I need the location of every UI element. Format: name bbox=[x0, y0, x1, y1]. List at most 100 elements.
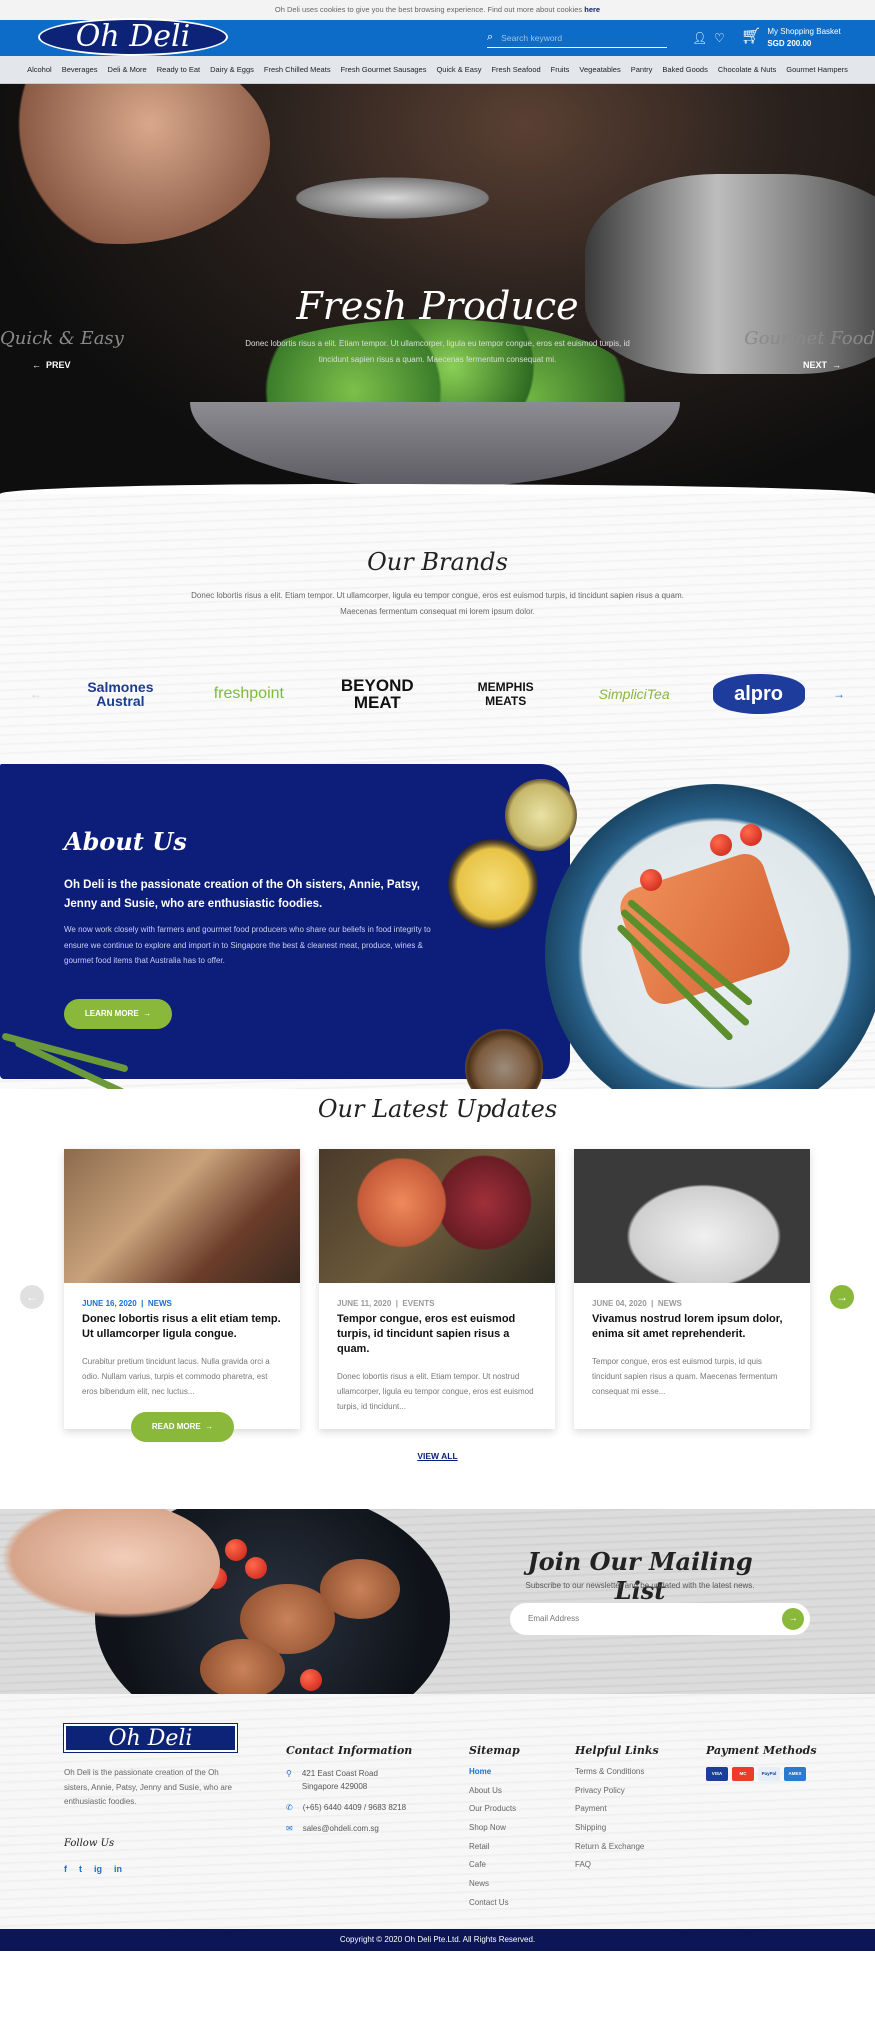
brand-beyond-meat[interactable]: BEYOND MEAT bbox=[327, 677, 427, 711]
address-line2: Singapore 429008 bbox=[301, 1782, 368, 1791]
visa-icon: VISA bbox=[706, 1767, 728, 1781]
about-title: About Us bbox=[64, 827, 187, 856]
sitemap-link[interactable]: Home bbox=[469, 1767, 520, 1786]
cookie-link[interactable]: here bbox=[584, 5, 600, 14]
brands-title: Our Brands bbox=[367, 548, 508, 576]
nav-item[interactable]: Beverages bbox=[62, 65, 98, 74]
helpful-link[interactable]: Shipping bbox=[575, 1823, 659, 1842]
nav-item[interactable]: Fresh Seafood bbox=[491, 65, 540, 74]
sitemap-link[interactable]: About Us bbox=[469, 1786, 520, 1805]
arrow-left-icon[interactable]: ← bbox=[30, 687, 42, 701]
linkedin-icon[interactable]: in bbox=[114, 1864, 122, 1874]
search-icon[interactable]: ⌕ bbox=[487, 31, 493, 44]
phone-icon: ✆ bbox=[286, 1803, 293, 1812]
nav-item[interactable]: Alcohol bbox=[27, 65, 52, 74]
nav-item[interactable]: Ready to Eat bbox=[157, 65, 200, 74]
facebook-icon[interactable]: f bbox=[64, 1864, 67, 1874]
view-all-link[interactable]: VIEW ALL bbox=[0, 1451, 875, 1461]
sitemap-link[interactable]: Shop Now bbox=[469, 1823, 520, 1842]
payment-column: Payment Methods VISA MC PayPal AMEX bbox=[706, 1744, 817, 1781]
payment-title: Payment Methods bbox=[706, 1744, 817, 1757]
tomato bbox=[710, 834, 732, 856]
shopping-basket[interactable]: 🛒︎ My Shopping Basket SGD 200.00 bbox=[741, 26, 841, 50]
helpful-list: Terms & Conditions Privacy Policy Payment S… bbox=[575, 1767, 659, 1879]
card-title[interactable]: Donec lobortis risus a elit etiam temp. … bbox=[82, 1312, 282, 1342]
email-field[interactable]: Email Address → bbox=[510, 1603, 810, 1635]
about-section: About Us Oh Deli is the passionate creat… bbox=[0, 759, 875, 1124]
card-text: Donec lobortis risus a elit. Etiam tempo… bbox=[337, 1372, 534, 1411]
nav-item[interactable]: Fruits bbox=[551, 65, 570, 74]
nav-item[interactable]: Baked Goods bbox=[662, 65, 707, 74]
nav-item[interactable]: Dairy & Eggs bbox=[210, 65, 254, 74]
tomato bbox=[245, 1557, 267, 1579]
brand-memphis-meats[interactable]: MEMPHIS MEATS bbox=[456, 680, 556, 708]
sitemap-link[interactable]: News bbox=[469, 1879, 520, 1898]
helpful-link[interactable]: Payment bbox=[575, 1804, 659, 1823]
tomato bbox=[300, 1669, 322, 1691]
search-placeholder: Search keyword bbox=[501, 32, 563, 43]
brands-section: Our Brands Donec lobortis risus a elit. … bbox=[0, 494, 875, 759]
helpful-link[interactable]: Terms & Conditions bbox=[575, 1767, 659, 1786]
sitemap-link[interactable]: Cafe bbox=[469, 1860, 520, 1879]
spoon-image bbox=[280, 174, 505, 222]
heart-icon[interactable]: ♡ bbox=[714, 31, 725, 45]
nav-item[interactable]: Fresh Chilled Meats bbox=[264, 65, 331, 74]
brand-alpro[interactable]: alpro bbox=[712, 674, 805, 714]
subscribe-button[interactable]: → bbox=[782, 1608, 804, 1630]
nav-item[interactable]: Deli & More bbox=[108, 65, 147, 74]
card-meta: JUNE 04, 2020 | NEWS bbox=[592, 1299, 682, 1308]
card-title[interactable]: Vivamus nostrud lorem ipsum dolor, enima… bbox=[592, 1312, 792, 1342]
nav-item[interactable]: Pantry bbox=[631, 65, 653, 74]
phone-number[interactable]: (+65) 6440 4409 / 9683 8218 bbox=[303, 1801, 406, 1814]
helpful-column: Helpful Links Terms & Conditions Privacy … bbox=[575, 1744, 659, 1879]
prev-arrow-button[interactable]: ← bbox=[20, 1285, 44, 1309]
brand-freshpoint[interactable]: freshpoint bbox=[199, 685, 299, 703]
card-category: NEWS bbox=[147, 1299, 172, 1308]
search-input[interactable]: ⌕ Search keyword bbox=[487, 28, 667, 48]
sitemap-link[interactable]: Retail bbox=[469, 1842, 520, 1861]
arrow-right-icon[interactable]: → bbox=[833, 687, 845, 701]
hero-title: Fresh Produce bbox=[296, 284, 579, 328]
helpful-link[interactable]: Return & Exchange bbox=[575, 1842, 659, 1861]
instagram-icon[interactable]: ig bbox=[94, 1864, 102, 1874]
arrow-right-icon: → bbox=[143, 1009, 152, 1018]
learn-more-button[interactable]: LEARN MORE → bbox=[64, 999, 172, 1029]
brands-text: Donec lobortis risus a elit. Etiam tempo… bbox=[191, 591, 684, 616]
news-card[interactable]: JUNE 04, 2020 | NEWS Vivamus nostrud lor… bbox=[574, 1149, 810, 1429]
card-meta: JUNE 16, 2020 | NEWS bbox=[82, 1299, 172, 1308]
nav-item[interactable]: Fresh Gourmet Sausages bbox=[341, 65, 427, 74]
sitemap-list: Home About Us Our Products Shop Now Retail Ca… bbox=[469, 1767, 520, 1917]
nav-item[interactable]: Quick & Easy bbox=[436, 65, 481, 74]
steak bbox=[200, 1639, 285, 1694]
mailing-title: Join Our Mailing List bbox=[527, 1547, 753, 1605]
brand-simplicitea[interactable]: SimpliciTea bbox=[584, 686, 684, 702]
card-title[interactable]: Tempor congue, eros est euismod turpis, … bbox=[337, 1312, 537, 1357]
nav-item[interactable]: Gourmet Hampers bbox=[786, 65, 848, 74]
user-icon[interactable]: 👤︎ bbox=[692, 31, 707, 45]
nav-item[interactable]: Chocolate & Nuts bbox=[718, 65, 776, 74]
news-card[interactable]: JUNE 16, 2020 | NEWS Donec lobortis risu… bbox=[64, 1149, 300, 1429]
prev-button[interactable]: ← PREV bbox=[32, 360, 71, 370]
contact-title: Contact Information bbox=[286, 1744, 413, 1757]
helpful-link[interactable]: FAQ bbox=[575, 1860, 659, 1879]
helpful-link[interactable]: Privacy Policy bbox=[575, 1786, 659, 1805]
next-button[interactable]: NEXT → bbox=[803, 360, 841, 370]
news-card[interactable]: JUNE 11, 2020 | EVENTS Tempor congue, er… bbox=[319, 1149, 555, 1429]
next-slide-title[interactable]: Gourmet Food bbox=[744, 328, 875, 349]
email-address[interactable]: sales@ohdeli.com.sg bbox=[303, 1822, 379, 1835]
prev-slide-title[interactable]: Quick & Easy bbox=[0, 328, 124, 349]
sitemap-link[interactable]: Our Products bbox=[469, 1804, 520, 1823]
arrow-right-icon: → bbox=[205, 1422, 214, 1431]
brand-salmones[interactable]: Salmones Austral bbox=[70, 680, 170, 708]
footer-logo[interactable]: Oh Deli bbox=[64, 1724, 237, 1752]
read-more-button[interactable]: READ MORE → bbox=[131, 1412, 234, 1442]
bowl-image bbox=[190, 402, 680, 488]
cookie-text: Oh Deli uses cookies to give you the bes… bbox=[274, 5, 583, 14]
nav-item[interactable]: Vegeatables bbox=[579, 65, 620, 74]
logo[interactable]: Oh Deli bbox=[38, 18, 228, 56]
arrow-right-icon: → bbox=[832, 360, 842, 370]
hero-slider: Fresh Produce Donec lobortis risus a eli… bbox=[0, 84, 875, 494]
next-arrow-button[interactable]: → bbox=[830, 1285, 854, 1309]
twitter-icon[interactable]: t bbox=[79, 1864, 82, 1874]
sitemap-link[interactable]: Contact Us bbox=[469, 1898, 520, 1917]
